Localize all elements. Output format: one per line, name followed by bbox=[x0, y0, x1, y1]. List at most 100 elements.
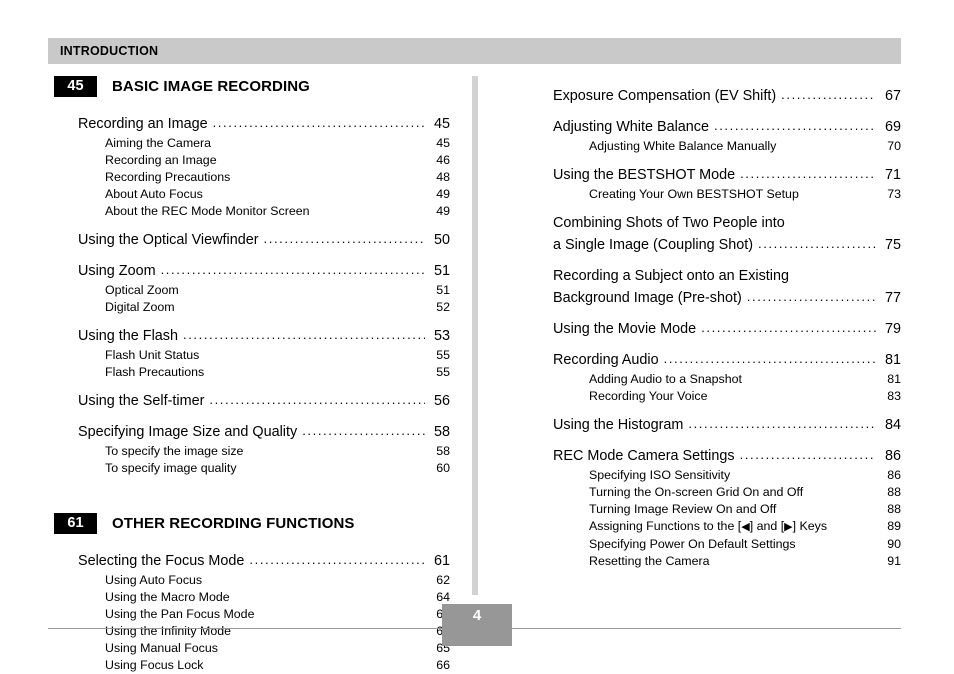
section-page-badge: 61 bbox=[54, 513, 97, 534]
toc-entry-page: 75 bbox=[884, 237, 901, 253]
toc-subentry[interactable]: Recording an Image 46 bbox=[54, 152, 450, 169]
toc-entry[interactable]: Exposure Compensation (EV Shift)........… bbox=[529, 85, 901, 107]
toc-entry[interactable]: Adjusting White Balance.................… bbox=[529, 116, 901, 138]
toc-subentry-label: Assigning Functions to the [◀] and [▶] K… bbox=[589, 519, 828, 533]
toc-subentry-page: 62 bbox=[436, 573, 450, 587]
toc-subentry[interactable]: Specifying ISO Sensitivity 86 bbox=[529, 467, 901, 484]
section-page-badge: 45 bbox=[54, 76, 97, 97]
toc-subentry[interactable]: To specify image quality 60 bbox=[54, 460, 450, 477]
dot-leader: ........................................… bbox=[701, 320, 876, 335]
running-header-title: INTRODUCTION bbox=[60, 44, 159, 58]
running-header-bar: INTRODUCTION bbox=[48, 38, 901, 64]
toc-entry[interactable]: Using Zoom..............................… bbox=[54, 260, 450, 282]
toc-subentry-label: Using Manual Focus bbox=[105, 641, 218, 655]
dot-leader: ........................................… bbox=[249, 552, 425, 567]
toc-entry[interactable]: Using the BESTSHOT Mode.................… bbox=[529, 164, 901, 186]
toc-subentry[interactable]: Using the Macro Mode 64 bbox=[54, 589, 450, 606]
toc-subentry[interactable]: Aiming the Camera 45 bbox=[54, 135, 450, 152]
toc-entry[interactable]: Selecting the Focus Mode................… bbox=[54, 550, 450, 572]
toc-subentry-label: Using the Infinity Mode bbox=[105, 624, 232, 638]
dot-leader: ........................................… bbox=[302, 423, 425, 438]
toc-subentry[interactable]: Digital Zoom 52 bbox=[54, 299, 450, 316]
toc-subentry[interactable]: Optical Zoom 51 bbox=[54, 282, 450, 299]
toc-subentry-page: 45 bbox=[436, 136, 450, 150]
toc-subentry[interactable]: Creating Your Own BESTSHOT Setup 73 bbox=[529, 186, 901, 203]
toc-entry[interactable]: Specifying Image Size and Quality.......… bbox=[54, 421, 450, 443]
toc-entry[interactable]: Using the Flash.........................… bbox=[54, 325, 450, 347]
toc-subentry-label: Adjusting White Balance Manually bbox=[589, 139, 777, 153]
toc-subentry[interactable]: Turning the On-screen Grid On and Off 88 bbox=[529, 484, 901, 501]
toc-entry-label: Selecting the Focus Mode bbox=[78, 553, 245, 569]
section-heading[interactable]: 61 OTHER RECORDING FUNCTIONS bbox=[54, 513, 450, 534]
toc-entry[interactable]: REC Mode Camera Settings................… bbox=[529, 445, 901, 467]
toc-entry[interactable]: Recording a Subject onto an Existing Back… bbox=[529, 265, 901, 309]
toc-subentry[interactable]: To specify the image size 58 bbox=[54, 443, 450, 460]
toc-entry[interactable]: Recording an Image......................… bbox=[54, 113, 450, 135]
toc-subentry-page: 81 bbox=[887, 372, 901, 386]
toc-subentry-page: 51 bbox=[436, 283, 450, 297]
toc-subentry[interactable]: Using Manual Focus 65 bbox=[54, 640, 450, 657]
toc-entry-label: Recording an Image bbox=[78, 116, 208, 132]
toc-subentry[interactable]: Using Focus Lock 66 bbox=[54, 657, 450, 674]
toc-subentry[interactable]: Using the Infinity Mode65 bbox=[54, 623, 450, 640]
toc-subentry[interactable]: Adjusting White Balance Manually 70 bbox=[529, 138, 901, 155]
toc-entry[interactable]: Using the Histogram.....................… bbox=[529, 414, 901, 436]
dot-leader: ........................................… bbox=[212, 115, 425, 130]
toc-subentry-label: Resetting the Camera bbox=[589, 554, 710, 568]
section-title: OTHER RECORDING FUNCTIONS bbox=[112, 515, 355, 532]
section-heading[interactable]: 45 BASIC IMAGE RECORDING bbox=[54, 76, 450, 97]
toc-subentry-label: Flash Unit Status bbox=[105, 348, 200, 362]
toc-subentry[interactable]: Turning Image Review On and Off 88 bbox=[529, 501, 901, 518]
toc-entry[interactable]: Using the Movie Mode....................… bbox=[529, 318, 901, 340]
toc-subentry-label: Turning Image Review On and Off bbox=[589, 502, 777, 516]
toc-subentry-page: 48 bbox=[436, 170, 450, 184]
toc-subentry-label: Aiming the Camera bbox=[105, 136, 212, 150]
toc-entry[interactable]: Using the Optical Viewfinder............… bbox=[54, 229, 450, 251]
toc-entry-page: 71 bbox=[884, 167, 901, 183]
toc-subentry-page: 73 bbox=[887, 187, 901, 201]
toc-subentry[interactable]: About Auto Focus 49 bbox=[54, 186, 450, 203]
toc-entry-label-line1: Combining Shots of Two People into bbox=[553, 215, 785, 231]
toc-entry-label: Using the Histogram bbox=[553, 417, 684, 433]
toc-subentry-label: Digital Zoom bbox=[105, 300, 175, 314]
toc-entry[interactable]: Using the Self-timer....................… bbox=[54, 390, 450, 412]
toc-subentry[interactable]: Resetting the Camera 91 bbox=[529, 553, 901, 570]
toc-entry-page: 61 bbox=[433, 553, 450, 569]
toc-subentry-page: 88 bbox=[887, 485, 901, 499]
toc-subentry[interactable]: Specifying Power On Default Settings 90 bbox=[529, 536, 901, 553]
toc-entry-label: Using Zoom bbox=[78, 263, 156, 279]
toc-entry-label: REC Mode Camera Settings bbox=[553, 448, 735, 464]
dot-leader: ........................................… bbox=[758, 236, 876, 251]
toc-entry[interactable]: Recording Audio.........................… bbox=[529, 349, 901, 371]
toc-subentry-page: 55 bbox=[436, 365, 450, 379]
dot-leader: ........................................… bbox=[209, 392, 425, 407]
dot-leader: ........................................… bbox=[160, 262, 425, 277]
toc-subentry[interactable]: Assigning Functions to the [◀] and [▶] K… bbox=[529, 518, 901, 536]
toc-entry-page: 86 bbox=[884, 448, 901, 464]
toc-subentry[interactable]: Flash Precautions 55 bbox=[54, 364, 450, 381]
toc-subentry[interactable]: Using Auto Focus 62 bbox=[54, 572, 450, 589]
toc-entry-page: 79 bbox=[884, 321, 901, 337]
toc-subentry-page: 83 bbox=[887, 389, 901, 403]
toc-subentry-label: Flash Precautions bbox=[105, 365, 205, 379]
dot-leader: ........................................… bbox=[182, 327, 425, 342]
footer-page-box: 4 bbox=[442, 604, 512, 646]
toc-subentry[interactable]: Recording Your Voice 83 bbox=[529, 388, 901, 405]
toc-subentry-label: Turning the On-screen Grid On and Off bbox=[589, 485, 804, 499]
toc-entry-page: 58 bbox=[433, 424, 450, 440]
toc-subentry[interactable]: Adding Audio to a Snapshot 81 bbox=[529, 371, 901, 388]
toc-subentry[interactable]: About the REC Mode Monitor Screen 49 bbox=[54, 203, 450, 220]
toc-subentry-page: 66 bbox=[436, 658, 450, 672]
toc-subentry[interactable]: Using the Pan Focus Mode64 bbox=[54, 606, 450, 623]
toc-entry[interactable]: Combining Shots of Two People into a Sing… bbox=[529, 212, 901, 256]
toc-subentry[interactable]: Recording Precautions 48 bbox=[54, 169, 450, 186]
toc-entry-label: Background Image (Pre-shot) bbox=[553, 290, 742, 306]
toc-subentry-label: Adding Audio to a Snapshot bbox=[589, 372, 742, 386]
section-title: BASIC IMAGE RECORDING bbox=[112, 78, 310, 95]
toc-subentry[interactable]: Flash Unit Status 55 bbox=[54, 347, 450, 364]
toc-entry-label: Using the Self-timer bbox=[78, 393, 205, 409]
toc-entry-page: 53 bbox=[433, 328, 450, 344]
toc-subentry-label: About the REC Mode Monitor Screen bbox=[105, 204, 310, 218]
toc-subentry-page: 49 bbox=[436, 204, 450, 218]
toc-subentry-label: Using the Macro Mode bbox=[105, 590, 230, 604]
